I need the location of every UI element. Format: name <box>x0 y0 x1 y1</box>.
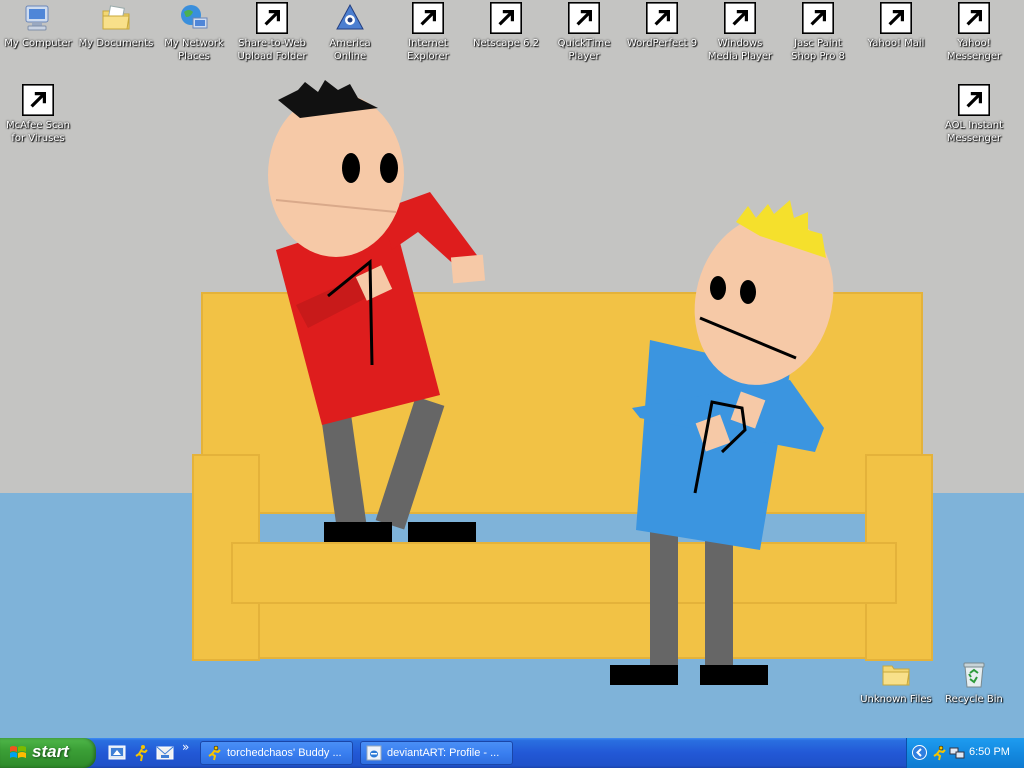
internet-explorer-icon[interactable]: Internet Explorer <box>388 2 468 63</box>
icon-label: Netscape 6.2 <box>473 38 539 49</box>
media-player-icon <box>724 2 756 34</box>
icon-label: Unknown Files <box>860 694 932 705</box>
my-network-places-icon[interactable]: My Network Places <box>154 2 234 63</box>
network-globe-icon <box>178 2 210 34</box>
show-hidden-icons-button[interactable] <box>912 745 927 760</box>
quicktime-player-icon[interactable]: QuickTime Player <box>544 2 624 63</box>
icon-label: AOL Instant Messenger <box>944 120 1004 144</box>
america-online-icon[interactable]: America Online <box>310 2 390 63</box>
mcafee-scan-icon[interactable]: McAfee Scan for Viruses <box>0 84 78 145</box>
yahoo-mail-envelope-icon: Y! <box>880 2 912 34</box>
aim-tray-icon[interactable] <box>931 745 947 761</box>
share-to-web-icon[interactable]: hp Share-to-Web Upload Folder <box>232 2 312 63</box>
icon-label: Yahoo! Messenger <box>946 38 1002 62</box>
icon-label: Windows Media Player <box>707 38 773 62</box>
wallpaper-artwork <box>192 80 933 685</box>
aim-running-man-icon <box>958 84 990 116</box>
icon-label: QuickTime Player <box>557 38 611 62</box>
unknown-files-folder-icon[interactable]: Unknown Files <box>856 658 936 706</box>
quick-launch-more-button[interactable]: » <box>182 740 189 754</box>
paint-shop-pro-icon[interactable]: PSP8 Jasc Paint Shop Pro 8 <box>778 2 858 63</box>
start-label: start <box>32 742 69 761</box>
yahoo-mail-icon[interactable]: Y! Yahoo! Mail <box>856 2 936 50</box>
icon-label: Yahoo! Mail <box>867 38 925 49</box>
taskbar: start » torchedchaos' Buddy ... deviantA… <box>0 738 1024 768</box>
taskbar-button-label: deviantART: Profile - ... <box>387 747 500 759</box>
icon-label: My Computer <box>4 38 72 49</box>
icon-label: My Network Places <box>164 38 224 62</box>
ie-window-icon <box>366 745 382 761</box>
system-tray: 6:50 PM <box>906 738 1024 768</box>
computer-icon <box>22 2 54 34</box>
folder-icon <box>880 658 912 690</box>
aim-quick-launch-icon[interactable] <box>132 744 150 762</box>
icon-label: Share-to-Web Upload Folder <box>237 38 307 62</box>
clock[interactable]: 6:50 PM <box>969 746 1010 758</box>
taskbar-button-aim-buddy-list[interactable]: torchedchaos' Buddy ... <box>200 741 353 765</box>
wordperfect-icon[interactable]: WordPerfect 9 <box>622 2 702 50</box>
show-desktop-icon[interactable] <box>108 744 126 762</box>
quick-launch-bar: » <box>104 740 194 764</box>
mcafee-target-icon <box>22 84 54 116</box>
icon-label: Jasc Paint Shop Pro 8 <box>791 38 845 62</box>
yahoo-messenger-icon[interactable]: Y Yahoo! Messenger <box>934 2 1014 63</box>
icon-label: My Documents <box>78 38 154 49</box>
recycle-bin-trash-icon <box>958 658 990 690</box>
icon-label: WordPerfect 9 <box>626 38 698 49</box>
start-button[interactable]: start <box>0 738 96 768</box>
my-computer-icon[interactable]: My Computer <box>0 2 78 50</box>
aol-instant-messenger-icon[interactable]: AOL Instant Messenger <box>934 84 1014 145</box>
hp-share-icon: hp <box>256 2 288 34</box>
aol-triangle-icon <box>334 2 366 34</box>
windows-flag-icon <box>10 746 26 758</box>
ie-logo-icon <box>412 2 444 34</box>
icon-label: Recycle Bin <box>945 694 1003 705</box>
icon-label: McAfee Scan for Viruses <box>6 120 70 144</box>
netscape-icon[interactable]: Netscape 6.2 <box>466 2 546 50</box>
netscape-n-icon <box>490 2 522 34</box>
taskbar-button-label: torchedchaos' Buddy ... <box>227 747 342 759</box>
icon-label: America Online <box>329 38 371 62</box>
aim-running-icon <box>208 745 221 761</box>
windows-media-player-icon[interactable]: Windows Media Player <box>700 2 780 63</box>
outlook-express-icon[interactable] <box>156 744 174 762</box>
network-connection-icon[interactable] <box>949 745 965 761</box>
taskbar-button-deviantart-profile[interactable]: deviantART: Profile - ... <box>360 741 513 765</box>
quicktime-q-icon <box>568 2 600 34</box>
psp-8-icon: PSP8 <box>802 2 834 34</box>
documents-folder-icon <box>100 2 132 34</box>
desktop[interactable]: My Computer My Documents My Network Plac… <box>0 0 1024 738</box>
recycle-bin-icon[interactable]: Recycle Bin <box>934 658 1014 706</box>
my-documents-icon[interactable]: My Documents <box>76 2 156 50</box>
yahoo-smiley-icon: Y <box>958 2 990 34</box>
icon-label: Internet Explorer <box>407 38 449 62</box>
wordperfect-pen-icon <box>646 2 678 34</box>
